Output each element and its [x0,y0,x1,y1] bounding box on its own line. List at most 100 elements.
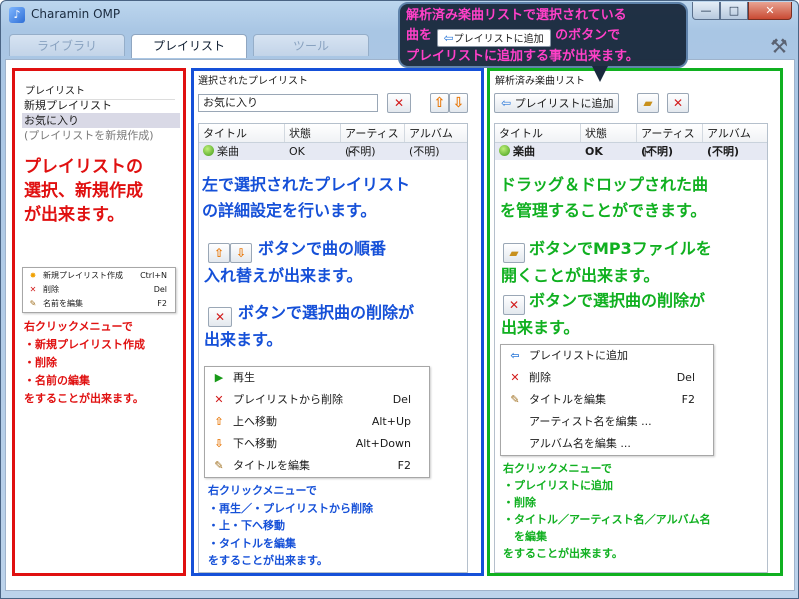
pencil-icon: ✎ [510,393,520,406]
menu-item-edit-album[interactable]: アルバム名を編集 ... [501,433,713,455]
column-header[interactable]: アルバム [405,124,467,142]
note-line: ・タイトルを編集 [208,536,296,550]
column-header[interactable]: アーティスト [637,124,703,159]
pencil-icon: ✎ [29,299,37,308]
analyzed-menu-note: 右クリックメニューで ・プレイリストに追加 ・削除 ・タイトル／アーティスト名／… [503,460,779,562]
close-button[interactable]: ✕ [748,2,792,20]
note-line: ・新規プレイリスト作成 [24,338,145,351]
tab-playlist[interactable]: プレイリスト [131,34,247,58]
delete-annotation: ✕ ボタンで選択曲の削除が 出来ます。 [204,300,480,353]
x-icon: ✕ [214,393,224,406]
playlist-item-new[interactable]: 新規プレイリスト [22,98,180,113]
minimize-button[interactable]: — [692,2,720,20]
pencil-icon: ✎ [214,459,224,472]
x-icon: ✕ [208,307,232,327]
move-up-button[interactable]: ⇧ [430,93,449,113]
menu-item-move-down[interactable]: ⇩ 下へ移動 Alt+Down [205,433,429,455]
annotation-line: 選択、新規作成 [24,180,143,201]
annotation-line: を管理することができます。 [500,201,707,220]
annotation-line: 左で選択されたプレイリスト [202,175,411,194]
menu-item-edit-title[interactable]: ✎ タイトルを編集 F2 [501,389,713,411]
tools-icon[interactable]: ⚒ [770,34,788,58]
song-status: OK [289,145,305,158]
playlist-name-field[interactable]: お気に入り [198,94,378,112]
song-artist: (不明) [641,145,674,158]
delete-song-button[interactable]: ✕ [667,93,689,113]
tab-tools[interactable]: ツール [253,34,369,56]
table-row[interactable]: 楽曲 OK (不明) (不明) [495,143,767,160]
tab-bar: ライブラリ プレイリスト ツール [9,34,375,58]
column-header[interactable]: タイトル [495,124,581,142]
annotation-line: ボタンで選択曲の削除が [529,291,706,310]
x-icon: ✕ [393,96,405,110]
column-header[interactable]: タイトル [199,124,285,142]
add-to-playlist-label: プレイリストに追加 [514,97,614,110]
table-row[interactable]: 楽曲 OK (不明) (不明) [199,143,467,160]
callout-line: 曲を [406,28,433,43]
note-line: をすることが出来ます。 [503,547,623,560]
note-line: 右クリックメニューで [503,462,612,475]
note-line: をすることが出来ます。 [208,554,328,567]
playlist-annotation: プレイリストの 選択、新規作成 が出来ます。 [24,156,182,227]
annotation-line: が出来ます。 [24,204,125,225]
playlist-hint: (プレイリストを新規作成) [24,129,154,142]
annotation-line: プレイリストの [24,157,143,177]
arrow-up-icon: ⇧ [214,415,224,428]
delete-song-annotation: ✕ ボタンで選択曲の削除が 出来ます。 [501,288,779,341]
menu-item-delete[interactable]: ✕ 削除 Del [23,283,175,297]
menu-item-edit-artist[interactable]: アーティスト名を編集 ... [501,411,713,433]
playlist-list: 新規プレイリスト お気に入り (プレイリストを新規作成) [22,98,180,143]
table-header: タイトル 状態 アーティスト アルバム [495,124,767,159]
analyzed-context-menu: ⇦ プレイリストに追加 ✕ 削除 Del ✎ タイトルを編集 F2 アーティスト名を編集 … [500,344,714,456]
maximize-button[interactable]: □ [720,2,748,20]
app-logo-icon: ♪ [9,7,25,23]
analyzed-list-header: 解析済み楽曲リスト [495,76,585,87]
play-icon: ▶ [214,371,224,384]
note-line: ・プレイリストに追加 [503,479,613,492]
menu-item-delete[interactable]: ✕ 削除 Del [501,367,713,389]
selected-playlist-annotation: 左で選択されたプレイリスト の詳細設定を行います。 [202,172,478,224]
tab-library[interactable]: ライブラリ [9,34,125,56]
menu-item-remove[interactable]: ✕ プレイリストから削除 Del [205,389,429,411]
star-icon: ✸ [29,271,37,280]
open-file-annotation: ▰ ボタンでMP3ファイルを 開くことが出来ます。 [501,236,779,289]
remove-song-button[interactable]: ✕ [387,93,411,113]
annotation-line: 出来ます。 [501,318,580,337]
menu-item-rename[interactable]: ✎ 名前を編集 F2 [23,297,175,311]
move-down-button[interactable]: ⇩ [449,93,468,113]
annotation-line: ドラッグ＆ドロップされた曲 [500,175,709,194]
folder-open-icon: ▰ [503,243,525,263]
menu-item-new-playlist[interactable]: ✸ 新規プレイリスト作成 Ctrl+N [23,269,175,283]
song-album: (不明) [707,145,740,158]
callout-text: 解析済み楽曲リストで選択されている 曲を ⇦プレイリストに追加 のボタンで プレ… [406,6,686,67]
column-header[interactable]: 状態 [285,124,341,142]
arrow-down-icon: ⇩ [452,95,465,111]
callout-add-button: ⇦プレイリストに追加 [436,29,551,47]
x-icon: ✕ [29,285,37,294]
add-to-playlist-button[interactable]: ⇦ プレイリストに追加 [494,93,619,113]
song-status: OK [585,145,603,158]
callout-line: 解析済み楽曲リストで選択されている [406,8,627,23]
menu-item-play[interactable]: ▶ 再生 [205,367,429,389]
annotation-line: ボタンで曲の順番 [258,239,387,258]
song-artist: (不明) [345,145,376,158]
column-header[interactable]: アルバム [703,124,767,142]
arrow-left-icon: ⇦ [501,96,512,110]
song-album: (不明) [409,145,440,158]
note-line: ・上・下へ移動 [208,519,285,532]
song-title: 楽曲 [217,145,239,158]
folder-open-icon: ▰ [643,96,653,110]
column-header[interactable]: アーティスト [341,124,405,159]
arrow-up-icon: ⇧ [433,95,446,111]
menu-item-move-up[interactable]: ⇧ 上へ移動 Alt+Up [205,411,429,433]
menu-item-edit-title[interactable]: ✎ タイトルを編集 F2 [205,455,429,477]
open-file-button[interactable]: ▰ [637,93,659,113]
playlist-item-favorites[interactable]: お気に入り [22,113,180,128]
menu-item-add-to-playlist[interactable]: ⇦ プレイリストに追加 [501,345,713,367]
column-header[interactable]: 状態 [581,124,637,142]
note-line: ・タイトル／アーティスト名／アルバム名 [503,513,711,526]
callout-tail [592,66,608,82]
annotation-line: 入れ替えが出来ます。 [204,266,363,285]
annotation-line: 開くことが出来ます。 [501,266,660,285]
arrow-down-icon: ⇩ [214,437,224,450]
